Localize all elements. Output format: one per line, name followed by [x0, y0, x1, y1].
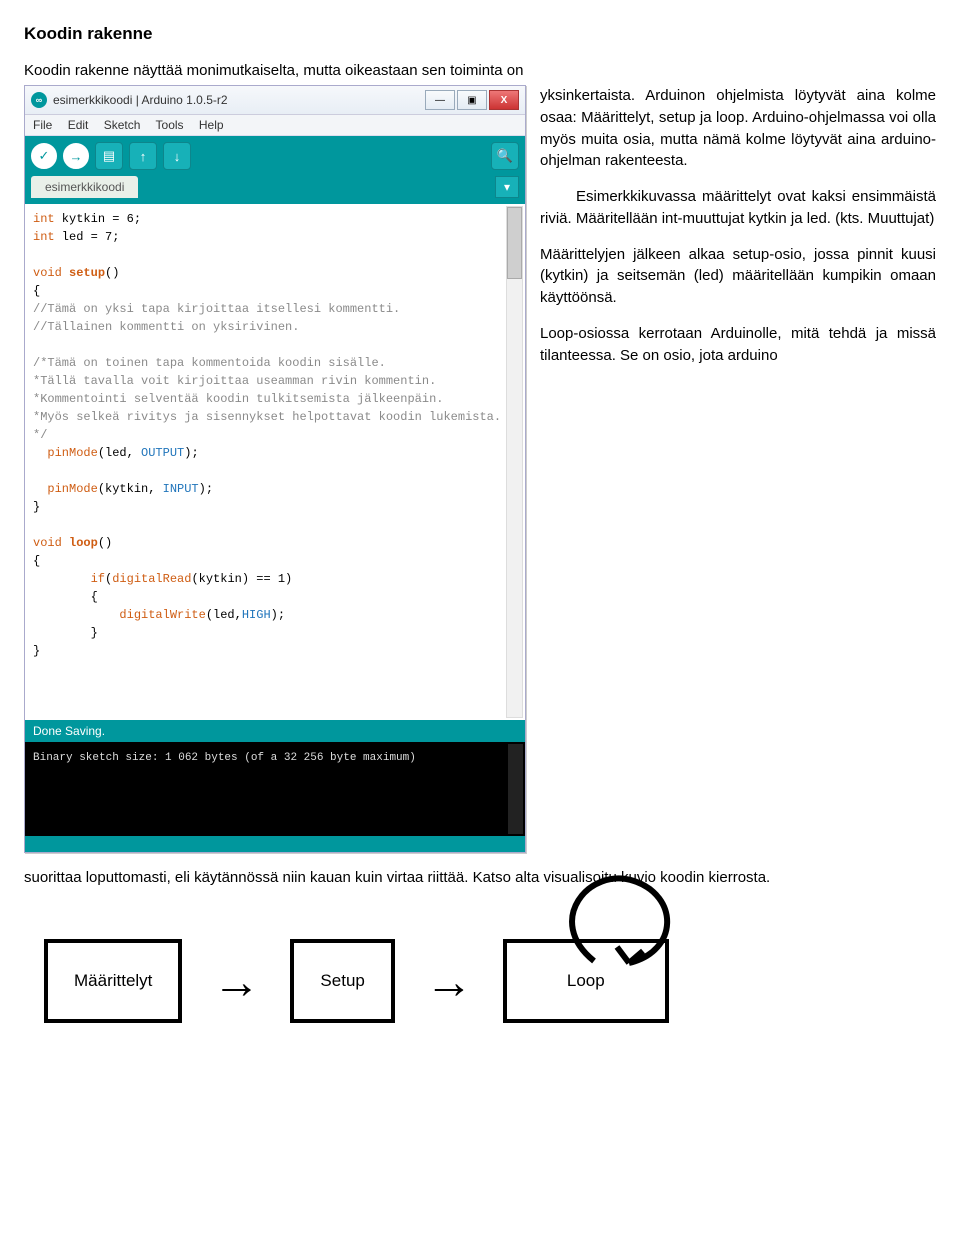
ide-footer: [25, 836, 525, 852]
code-text: (kytkin,: [98, 482, 163, 496]
arduino-ide-window: ∞ esimerkkikoodi | Arduino 1.0.5-r2 — ▣ …: [24, 85, 526, 853]
paragraph-4: Loop-osiossa kerrotaan Arduinolle, mitä …: [540, 323, 936, 367]
diagram-box-setup: Setup: [290, 939, 394, 1023]
code-text: );: [184, 446, 198, 460]
menu-edit[interactable]: Edit: [68, 118, 89, 132]
save-button[interactable]: ↓: [163, 142, 191, 170]
comment: /*Tämä on toinen tapa kommentoida koodin…: [33, 356, 386, 370]
page-heading: Koodin rakenne: [24, 24, 936, 44]
console-text: Binary sketch size: 1 062 bytes (of a 32…: [33, 752, 416, 764]
menu-tools[interactable]: Tools: [156, 118, 184, 132]
code-text: kytkin = 6;: [55, 212, 141, 226]
arrow-icon: →: [212, 959, 260, 1007]
code-text: (led,: [206, 608, 242, 622]
code-text: (): [105, 266, 119, 280]
flow-diagram: Määrittelyt → Setup → Loop: [24, 939, 936, 1023]
menu-sketch[interactable]: Sketch: [104, 118, 141, 132]
tab-menu-button[interactable]: ▾: [495, 176, 519, 198]
brace: }: [33, 626, 98, 640]
comment: *Kommentointi selventää koodin tulkitsem…: [33, 392, 443, 406]
after-text: suorittaa loputtomasti, eli käytännössä …: [24, 867, 936, 889]
code-text: led = 7;: [55, 230, 120, 244]
brace: }: [33, 500, 40, 514]
paragraph-1: yksinkertaista. Arduinon ohjelmista löyt…: [540, 85, 936, 172]
kw-int: int: [33, 230, 55, 244]
diagram-box-maarittelyt: Määrittelyt: [44, 939, 182, 1023]
loop-arrow-icon: [539, 861, 689, 971]
code-editor[interactable]: int kytkin = 6; int led = 7; void setup(…: [25, 204, 525, 720]
maximize-button[interactable]: ▣: [457, 90, 487, 110]
code-text: (led,: [98, 446, 141, 460]
comment: */: [33, 428, 47, 442]
editor-scrollbar[interactable]: [506, 206, 523, 718]
window-titlebar: ∞ esimerkkikoodi | Arduino 1.0.5-r2 — ▣ …: [25, 86, 525, 115]
kw-int: int: [33, 212, 55, 226]
kw-if: if: [33, 572, 105, 586]
console: Binary sketch size: 1 062 bytes (of a 32…: [25, 742, 525, 836]
menu-help[interactable]: Help: [199, 118, 224, 132]
fn-pinmode: pinMode: [33, 482, 98, 496]
code-text: );: [199, 482, 213, 496]
content-row: ∞ esimerkkikoodi | Arduino 1.0.5-r2 — ▣ …: [24, 85, 936, 853]
scrollbar-thumb[interactable]: [507, 207, 522, 279]
window-title: esimerkkikoodi | Arduino 1.0.5-r2: [53, 93, 419, 107]
toolbar: ✓ → ▤ ↑ ↓ 🔍: [25, 136, 525, 176]
close-button[interactable]: X: [489, 90, 519, 110]
brace: {: [33, 284, 40, 298]
explanation-column: yksinkertaista. Arduinon ohjelmista löyt…: [540, 85, 936, 380]
fn-setup: setup: [62, 266, 105, 280]
comment: //Tämä on yksi tapa kirjoittaa itsellesi…: [33, 302, 400, 316]
status-bar: Done Saving.: [25, 720, 525, 742]
fn-pinmode: pinMode: [33, 446, 98, 460]
kw-void: void: [33, 536, 62, 550]
brace: {: [33, 554, 40, 568]
brace: {: [33, 590, 98, 604]
tab-bar: esimerkkikoodi ▾: [25, 176, 525, 204]
fn-digitalread: digitalRead: [112, 572, 191, 586]
open-button[interactable]: ↑: [129, 142, 157, 170]
minimize-button[interactable]: —: [425, 90, 455, 110]
sketch-tab[interactable]: esimerkkikoodi: [31, 176, 138, 198]
arrow-icon: →: [425, 959, 473, 1007]
const-high: HIGH: [242, 608, 271, 622]
arduino-icon: ∞: [31, 92, 47, 108]
code-text: (): [98, 536, 112, 550]
ide-screenshot: ∞ esimerkkikoodi | Arduino 1.0.5-r2 — ▣ …: [24, 85, 526, 853]
code-text: );: [271, 608, 285, 622]
paragraph-3: Määrittelyjen jälkeen alkaa setup-osio, …: [540, 244, 936, 309]
menu-file[interactable]: File: [33, 118, 52, 132]
comment: *Myös selkeä rivitys ja sisennykset help…: [33, 410, 501, 424]
menubar: File Edit Sketch Tools Help: [25, 115, 525, 136]
paragraph-2: Esimerkkikuvassa määrittelyt ovat kaksi …: [540, 186, 936, 230]
code-text: (kytkin) == 1): [191, 572, 292, 586]
window-buttons: — ▣ X: [425, 90, 519, 110]
const-input: INPUT: [163, 482, 199, 496]
serial-monitor-button[interactable]: 🔍: [491, 142, 519, 170]
brace: }: [33, 644, 40, 658]
console-scrollbar[interactable]: [508, 744, 523, 834]
verify-button[interactable]: ✓: [31, 143, 57, 169]
kw-void: void: [33, 266, 62, 280]
comment: //Tällainen kommentti on yksirivinen.: [33, 320, 299, 334]
new-button[interactable]: ▤: [95, 142, 123, 170]
intro-text-top: Koodin rakenne näyttää monimutkaiselta, …: [24, 62, 936, 79]
fn-loop: loop: [62, 536, 98, 550]
fn-digitalwrite: digitalWrite: [33, 608, 206, 622]
comment: *Tällä tavalla voit kirjoittaa useamman …: [33, 374, 436, 388]
upload-button[interactable]: →: [63, 143, 89, 169]
const-output: OUTPUT: [141, 446, 184, 460]
